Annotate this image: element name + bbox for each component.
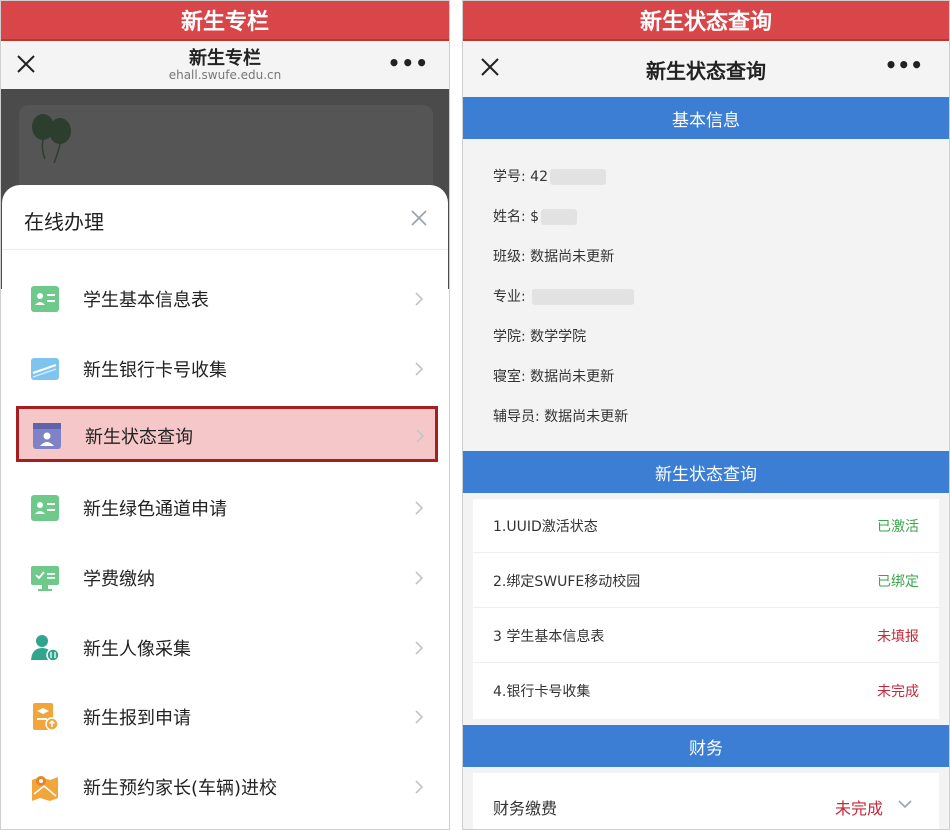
menu-item-label: 新生报到申请	[83, 708, 191, 729]
status-label: 4.银行卡号收集	[493, 684, 591, 700]
status-value: 未填报	[877, 629, 919, 645]
redacted-mask	[532, 289, 635, 305]
menu-item-parent-visit[interactable]: 新生预约家长(车辆)进校	[2, 752, 448, 822]
profile-window-icon	[33, 423, 61, 449]
chevron-right-icon	[415, 641, 424, 655]
status-row-uuid[interactable]: 1.UUID激活状态 已激活	[473, 499, 939, 553]
map-location-icon	[32, 776, 58, 801]
info-value: 数据尚未更新	[544, 409, 629, 425]
report-document-icon	[33, 703, 59, 731]
finance-row-payment[interactable]: 财务缴费 未完成	[473, 773, 939, 829]
sheet-title: 在线办理	[24, 210, 104, 234]
chevron-right-icon	[415, 710, 424, 724]
right-panel: 新生状态查询 新生状态查询 ••• 基本信息 学号: 42 姓名: $ 班级: …	[462, 0, 950, 830]
status-row-student-info[interactable]: 3 学生基本信息表 未填报	[473, 609, 939, 663]
status-row-bind-campus[interactable]: 2.绑定SWUFE移动校园 已绑定	[473, 554, 939, 608]
info-row-class: 班级: 数据尚未更新	[493, 246, 614, 266]
info-label: 专业:	[493, 289, 526, 305]
status-label: 2.绑定SWUFE移动校园	[493, 574, 641, 590]
info-value: 数学学院	[530, 329, 587, 345]
menu-item-bank-card[interactable]: 新生银行卡号收集	[2, 334, 448, 404]
payment-monitor-icon	[31, 566, 59, 591]
info-label: 班级:	[493, 249, 526, 265]
chevron-right-icon	[415, 780, 424, 794]
chevron-right-icon	[415, 501, 424, 515]
chevron-right-icon	[415, 362, 424, 376]
info-row-major: 专业:	[493, 286, 635, 306]
menu-item-green-channel[interactable]: 新生绿色通道申请	[2, 473, 448, 543]
more-icon[interactable]: •••	[885, 53, 923, 77]
bank-card-icon	[31, 358, 59, 380]
finance-label: 财务缴费	[493, 799, 558, 818]
status-card: 1.UUID激活状态 已激活 2.绑定SWUFE移动校园 已绑定 3 学生基本信…	[473, 499, 939, 719]
page-title: 新生状态查询	[646, 59, 766, 83]
online-service-sheet: 在线办理 学生基本信息表 新生银行卡号收集 新生状态查询 新生绿色通道申请 学费…	[2, 185, 448, 829]
finance-value: 未完成	[834, 799, 883, 818]
info-value: 数据尚未更新	[530, 249, 615, 265]
status-label: 3 学生基本信息表	[493, 629, 605, 645]
right-title-bar: 新生状态查询 •••	[463, 41, 949, 95]
status-label: 1.UUID激活状态	[493, 519, 598, 535]
info-value: 数据尚未更新	[530, 369, 615, 385]
menu-item-label: 新生预约家长(车辆)进校	[83, 778, 278, 799]
id-card-icon	[31, 286, 59, 312]
status-page-body: 基本信息 学号: 42 姓名: $ 班级: 数据尚未更新 专业: 学院: 数学学…	[463, 95, 949, 829]
left-panel: 新生专栏 新生专栏 ehall.swufe.edu.cn ••• 在线办理 学生…	[0, 0, 450, 830]
menu-item-label: 新生人像采集	[83, 639, 191, 660]
status-value: 未完成	[877, 684, 919, 700]
menu-item-student-info[interactable]: 学生基本信息表	[2, 264, 448, 334]
section-header-finance: 财务	[463, 725, 949, 767]
menu-item-label: 新生银行卡号收集	[83, 360, 227, 381]
portrait-icon	[31, 635, 60, 662]
info-label: 学院:	[493, 329, 526, 345]
more-icon[interactable]: •••	[388, 51, 429, 75]
status-value: 已绑定	[877, 574, 919, 590]
info-row-college: 学院: 数学学院	[493, 326, 586, 346]
chevron-down-icon[interactable]	[897, 799, 913, 809]
menu-item-label: 新生绿色通道申请	[83, 499, 227, 520]
menu-item-status-query[interactable]: 新生状态查询	[16, 406, 438, 462]
info-row-name: 姓名: $	[493, 206, 578, 226]
info-label: 辅导员:	[493, 409, 540, 425]
chevron-right-icon	[416, 429, 425, 443]
page-title: 新生专栏	[189, 48, 261, 69]
divider	[2, 249, 448, 250]
redacted-mask	[541, 209, 578, 225]
page-url: ehall.swufe.edu.cn	[168, 68, 282, 82]
menu-item-label: 学费缴纳	[83, 569, 155, 590]
info-row-dormitory: 寝室: 数据尚未更新	[493, 366, 614, 386]
chevron-right-icon	[415, 292, 424, 306]
left-banner: 新生专栏	[1, 1, 449, 41]
right-banner: 新生状态查询	[463, 1, 949, 41]
menu-item-tuition[interactable]: 学费缴纳	[2, 543, 448, 613]
balloon-icon	[32, 114, 71, 164]
id-card-icon	[31, 495, 59, 521]
section-header-basic-info: 基本信息	[463, 97, 949, 139]
status-value: 已激活	[877, 519, 919, 535]
section-header-status-query: 新生状态查询	[463, 451, 949, 493]
info-label: 姓名:	[493, 209, 526, 225]
info-row-counselor: 辅导员: 数据尚未更新	[493, 406, 628, 426]
info-value: $	[530, 209, 540, 225]
info-label: 学号:	[493, 169, 526, 185]
menu-item-registration[interactable]: 新生报到申请	[2, 682, 448, 752]
info-label: 寝室:	[493, 369, 526, 385]
chevron-right-icon	[415, 571, 424, 585]
info-value: 42	[530, 169, 548, 185]
menu-item-label: 新生状态查询	[85, 427, 193, 448]
close-icon[interactable]	[410, 209, 428, 227]
menu-item-portrait[interactable]: 新生人像采集	[2, 613, 448, 683]
status-row-bank-card[interactable]: 4.银行卡号收集 未完成	[473, 664, 939, 718]
redacted-mask	[550, 169, 606, 185]
info-row-student-id: 学号: 42	[493, 166, 606, 186]
left-title-bar: 新生专栏 ehall.swufe.edu.cn •••	[1, 41, 449, 89]
menu-item-label: 学生基本信息表	[83, 290, 209, 311]
